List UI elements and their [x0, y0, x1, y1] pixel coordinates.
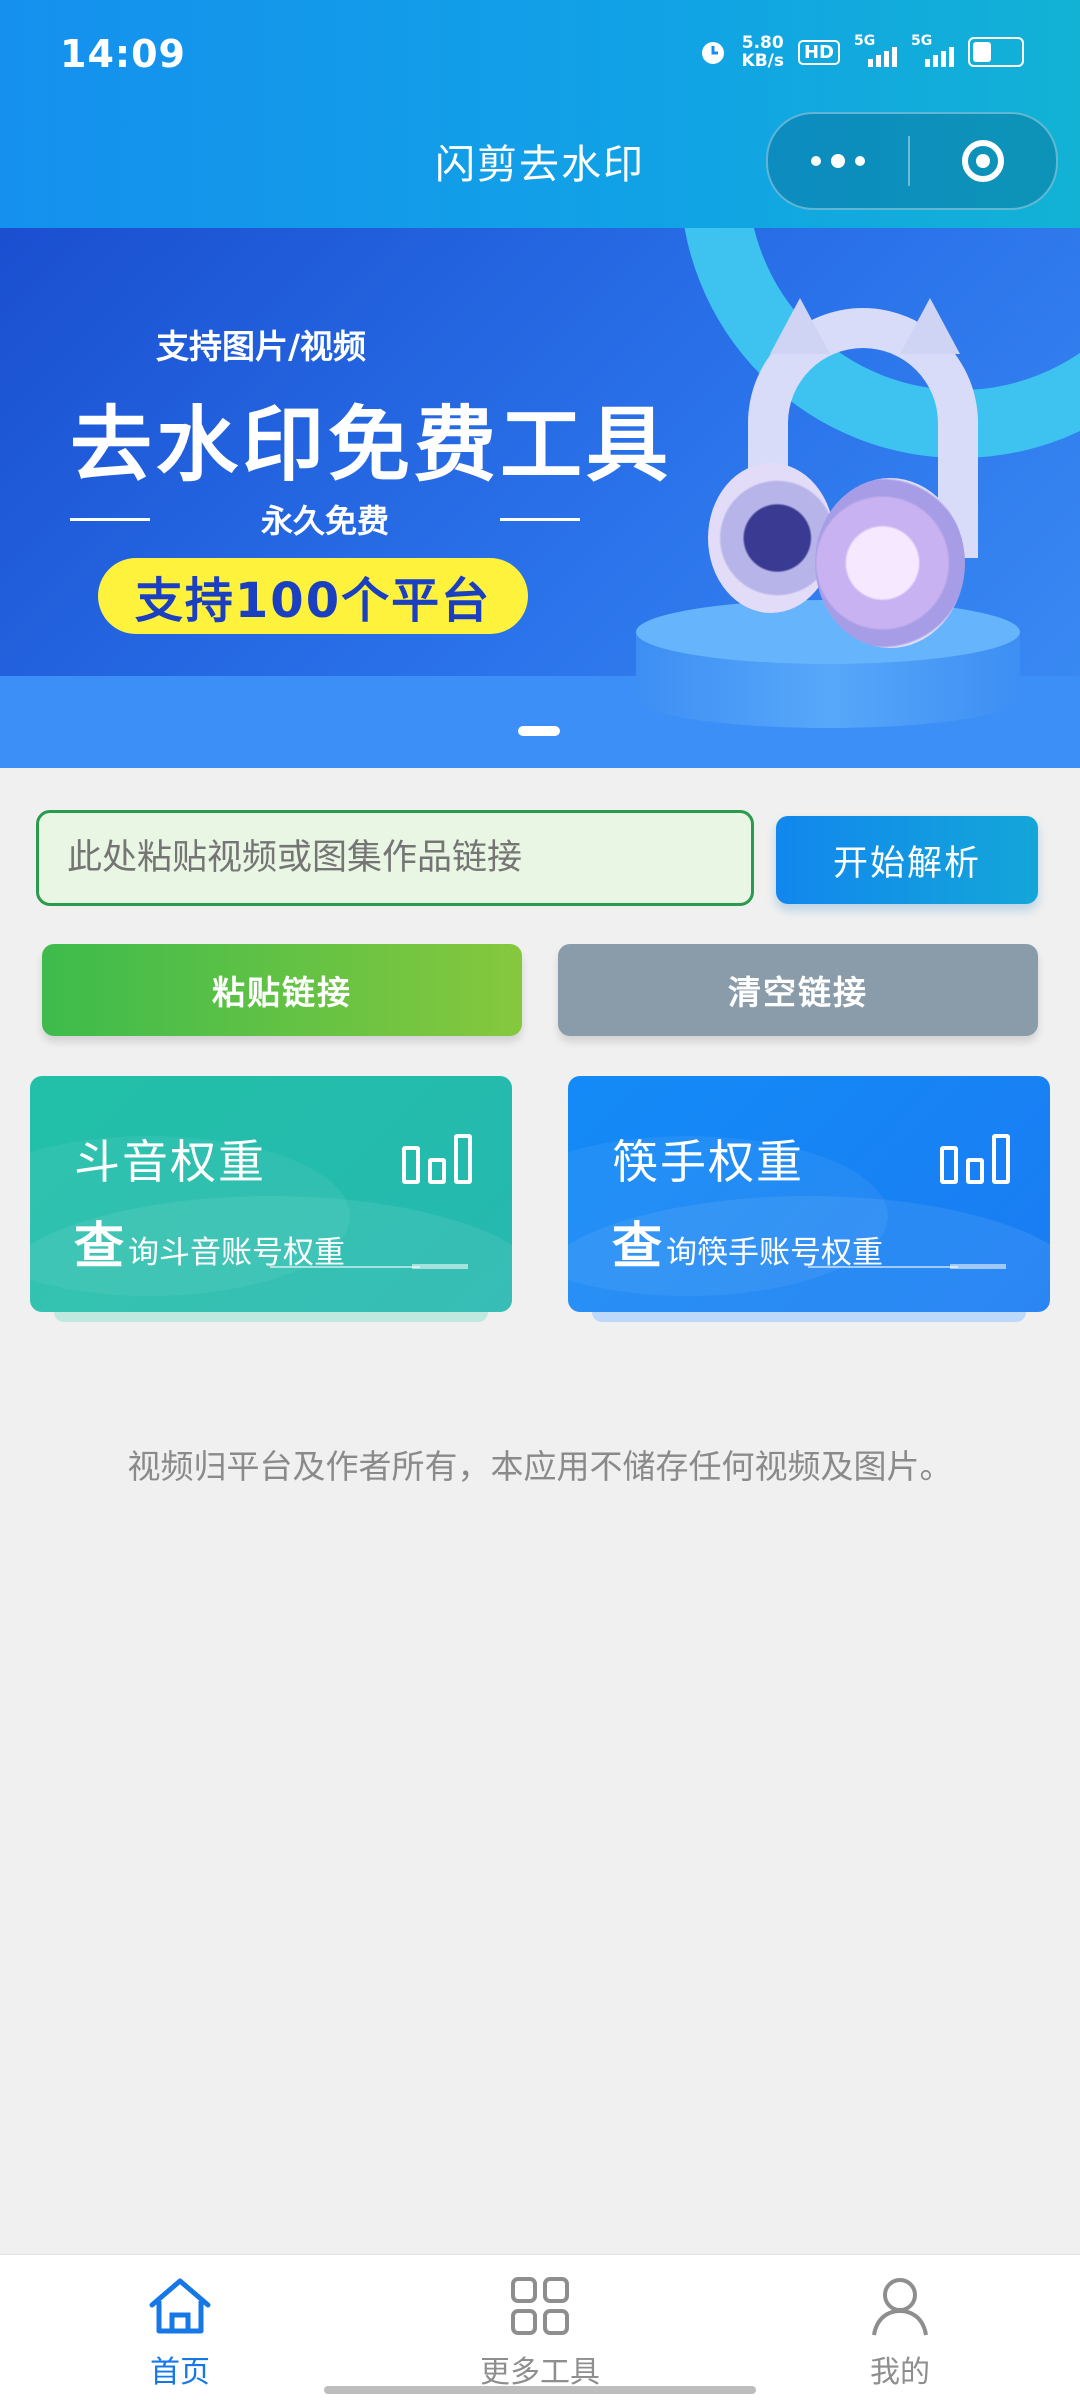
cat-ear-right-image [900, 298, 960, 354]
banner-free-row: 永久免费 [70, 496, 580, 542]
tab-label: 我的 [870, 2355, 930, 2390]
tab-me[interactable]: 我的 [800, 2275, 1000, 2391]
card-title: 筷手权重 [612, 1135, 804, 1189]
net-speed-value: 5.80 [741, 33, 784, 53]
douyin-weight-card[interactable]: 斗音权重 查 询斗音账号权重 [30, 1076, 512, 1312]
more-dot-icon [811, 156, 821, 166]
headphones-cup-right-image [815, 478, 965, 648]
hd-icon: HD [797, 39, 840, 65]
tab-more-tools[interactable]: 更多工具 [440, 2275, 640, 2391]
signal-sim1-icon: 5G [854, 33, 897, 67]
net-speed-unit: KB/s [741, 51, 784, 71]
paste-link-button[interactable]: 粘贴链接 [42, 944, 522, 1036]
grid-icon [511, 2277, 569, 2335]
tab-label: 更多工具 [480, 2355, 600, 2390]
more-dot-icon [855, 156, 865, 166]
more-dot-icon [831, 154, 845, 168]
miniprogram-capsule [766, 112, 1058, 210]
user-icon [872, 2278, 928, 2336]
tab-home[interactable]: 首页 [80, 2275, 280, 2391]
promo-banner[interactable]: 支持图片/视频 去水印免费工具 永久免费 支持100个平台 [0, 228, 1080, 768]
status-time: 14:09 [60, 32, 186, 76]
home-indicator[interactable] [324, 2386, 756, 2394]
header: 14:09 5.80 KB/s HD 5G 5G 闪剪去水印 [0, 0, 1080, 228]
headphones-cup-left-image [708, 463, 834, 613]
bottom-tab-bar: 首页 更多工具 我的 [0, 2254, 1080, 2401]
banner-subtitle: 支持图片/视频 [156, 327, 367, 366]
bar-chart-icon [402, 1134, 472, 1184]
alarm-icon [701, 42, 724, 64]
sim2-label: 5G [911, 33, 933, 49]
banner-platform-badge: 支持100个平台 [98, 558, 528, 634]
card-subtitle-first-char: 查 [74, 1217, 124, 1275]
banner-free-text: 永久免费 [260, 502, 389, 540]
banner-page-indicator [518, 726, 560, 736]
start-parse-button[interactable]: 开始解析 [776, 816, 1038, 904]
kuaishou-weight-card[interactable]: 筷手权重 查 询筷手账号权重 [568, 1076, 1050, 1312]
clear-link-button[interactable]: 清空链接 [558, 944, 1038, 1036]
close-miniprogram-button[interactable] [910, 140, 1056, 182]
signal-sim2-icon: 5G [911, 33, 954, 67]
target-icon [962, 140, 1004, 182]
banner-headline: 去水印免费工具 [70, 398, 673, 493]
bar-chart-icon [940, 1134, 1010, 1184]
home-icon [149, 2278, 211, 2334]
more-menu-button[interactable] [768, 154, 908, 168]
cat-ear-left-image [770, 298, 830, 354]
sim1-label: 5G [854, 33, 876, 49]
link-input[interactable] [36, 810, 754, 906]
battery-icon [968, 37, 1024, 67]
card-subtitle-first-char: 查 [612, 1217, 662, 1275]
tab-label: 首页 [150, 2355, 210, 2390]
disclaimer-text: 视频归平台及作者所有，本应用不储存任何视频及图片。 [127, 1447, 953, 1486]
card-title: 斗音权重 [74, 1135, 266, 1189]
status-icons: 5.80 KB/s HD 5G 5G [698, 33, 1024, 70]
net-speed: 5.80 KB/s [742, 34, 784, 70]
